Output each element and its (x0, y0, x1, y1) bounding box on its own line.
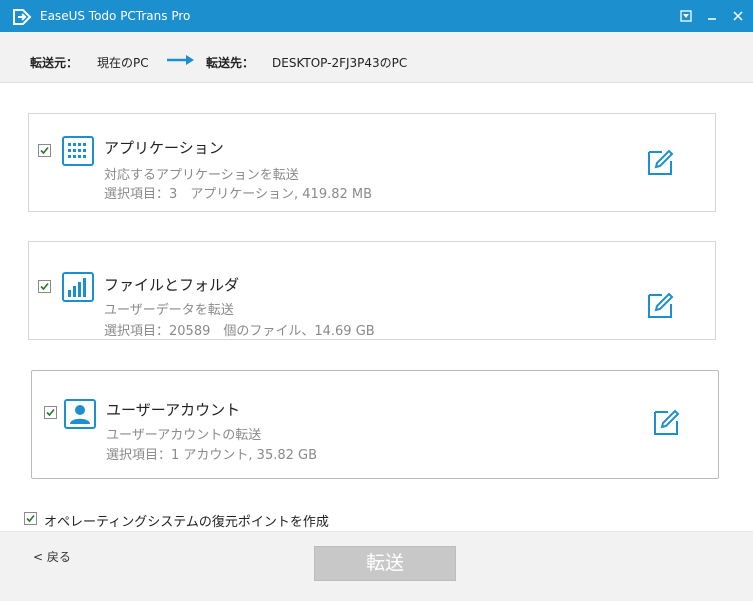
easeus-logo-icon (13, 9, 32, 25)
minimize-icon[interactable] (704, 8, 720, 24)
checkmark-icon (46, 408, 55, 417)
edit-applications-icon[interactable] (645, 148, 675, 178)
files-folders-selection-detail: 選択項目：20589 個のファイル、14.69 GB (104, 324, 375, 339)
restore-window-icon[interactable] (678, 8, 694, 24)
applications-selection-detail: 選択項目：3 アプリケーション, 419.82 MB (104, 187, 373, 202)
back-button[interactable]: < 戻る (33, 548, 71, 565)
close-icon[interactable] (730, 8, 746, 24)
edit-user-accounts-icon[interactable] (651, 408, 681, 438)
restore-point-label: オペレーティングシステムの復元ポイントを作成 (44, 515, 329, 530)
checkmark-icon (26, 514, 35, 523)
files-folders-checkbox[interactable] (38, 280, 51, 293)
window-title: EaseUS Todo PCTrans Pro (40, 9, 191, 23)
user-accounts-selection-detail: 選択項目：1 アカウント, 35.82 GB (106, 448, 318, 463)
transfer-path-header: 転送元： 現在のPC 転送先： DESKTOP-2FJ3P43のPC (0, 32, 753, 83)
user-accounts-checkbox[interactable] (44, 406, 57, 419)
arrow-right-icon (167, 55, 194, 65)
user-accounts-description: ユーザーアカウントの転送 (106, 428, 262, 443)
source-label: 転送元： (30, 56, 79, 70)
restore-point-checkbox[interactable] (24, 512, 37, 525)
user-accounts-title: ユーザーアカウント (106, 401, 241, 419)
applications-checkbox[interactable] (38, 144, 51, 157)
files-folders-card: ファイルとフォルダ ユーザーデータを転送 選択項目：20589 個のファイル、1… (28, 241, 716, 340)
checkmark-icon (40, 282, 49, 291)
footer-bar: < 戻る 転送 (0, 531, 753, 601)
files-folders-description: ユーザーデータを転送 (104, 303, 234, 318)
bar-chart-icon (62, 272, 94, 302)
user-accounts-card: ユーザーアカウント ユーザーアカウントの転送 選択項目：1 アカウント, 35.… (31, 370, 719, 479)
apps-grid-icon (62, 136, 94, 166)
title-bar: EaseUS Todo PCTrans Pro (0, 0, 753, 32)
checkmark-icon (40, 146, 49, 155)
applications-description: 対応するアプリケーションを転送 (104, 168, 299, 183)
transfer-button[interactable]: 転送 (314, 546, 456, 581)
user-account-icon (64, 399, 96, 429)
edit-files-folders-icon[interactable] (645, 291, 675, 321)
destination-value: DESKTOP-2FJ3P43のPC (272, 56, 408, 70)
source-value: 現在のPC (97, 56, 149, 70)
files-folders-title: ファイルとフォルダ (104, 276, 240, 294)
applications-title: アプリケーション (104, 139, 224, 157)
applications-card: アプリケーション 対応するアプリケーションを転送 選択項目：3 アプリケーション… (28, 113, 716, 212)
destination-label: 転送先： (206, 56, 255, 70)
